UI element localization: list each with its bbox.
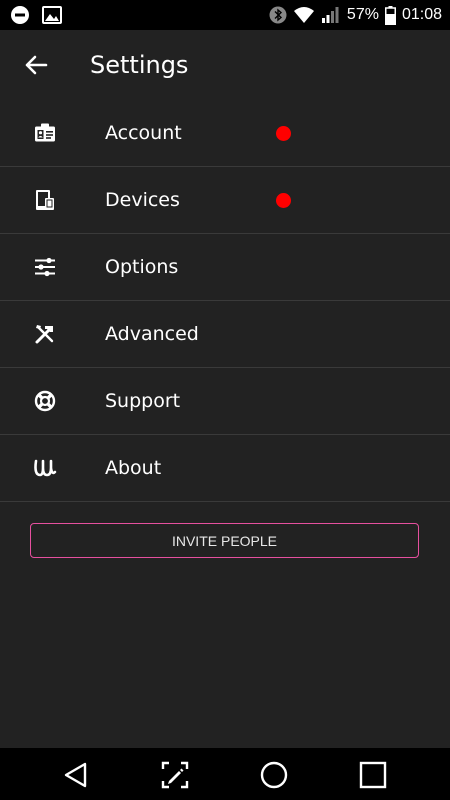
menu-item-options[interactable]: Options	[0, 234, 450, 301]
screen-edit-icon	[161, 761, 189, 789]
back-button[interactable]	[21, 50, 51, 80]
wifi-icon	[293, 6, 315, 24]
home-circle-icon	[260, 761, 288, 789]
clock: 01:08	[401, 6, 442, 23]
image-icon	[42, 6, 62, 24]
invite-people-button[interactable]: INVITE PEOPLE	[30, 523, 419, 558]
page-title: Settings	[90, 51, 189, 79]
menu-item-label: Account	[105, 122, 182, 144]
battery-icon	[384, 5, 396, 25]
menu-item-label: Advanced	[105, 323, 199, 345]
menu-item-support[interactable]: Support	[0, 368, 450, 435]
settings-menu: Account Devices Options Advanced Support…	[0, 100, 450, 502]
lifebuoy-icon	[32, 388, 58, 414]
battery-percent: 57%	[346, 6, 379, 23]
menu-item-account[interactable]: Account	[0, 100, 450, 167]
notification-dot	[276, 125, 291, 141]
menu-item-label: About	[105, 457, 162, 479]
menu-item-about[interactable]: About	[0, 435, 450, 502]
system-nav-bar	[0, 748, 450, 800]
nav-screen-edit-button[interactable]	[160, 760, 190, 790]
back-triangle-icon	[64, 762, 87, 788]
status-bar: 57% 01:08	[0, 0, 450, 30]
sliders-icon	[32, 254, 58, 280]
notification-dot	[276, 193, 291, 208]
app-bar: Settings	[0, 30, 450, 100]
menu-item-label: Support	[105, 390, 181, 412]
devices-icon	[32, 187, 58, 213]
nav-recents-button[interactable]	[358, 760, 388, 790]
bluetooth-icon	[269, 5, 287, 25]
signal-icon	[321, 6, 341, 24]
arrow-left-icon	[25, 55, 48, 75]
id-card-icon	[32, 120, 58, 146]
menu-item-advanced[interactable]: Advanced	[0, 301, 450, 368]
w-logo-icon	[32, 455, 58, 481]
tools-icon	[32, 321, 58, 347]
recents-square-icon	[359, 761, 387, 789]
menu-item-label: Devices	[105, 189, 180, 211]
nav-home-button[interactable]	[259, 760, 289, 790]
nav-back-button[interactable]	[61, 760, 91, 790]
menu-item-label: Options	[105, 256, 179, 278]
minus-circle-icon	[10, 5, 30, 25]
menu-item-devices[interactable]: Devices	[0, 167, 450, 234]
